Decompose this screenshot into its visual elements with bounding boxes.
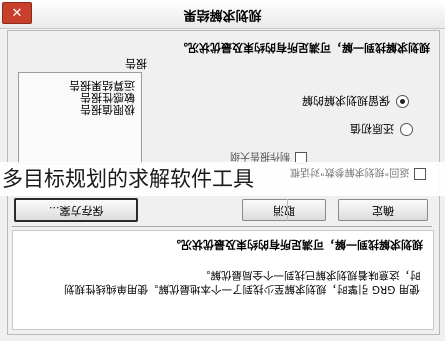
radio-restore-values[interactable] bbox=[400, 122, 413, 136]
window-title: 规划求解结果 bbox=[183, 7, 262, 22]
option-keep-solution-label: 保留规划求解的解 bbox=[302, 94, 390, 107]
close-button[interactable]: ✕ bbox=[2, 2, 32, 24]
description-title: 规划求解找到一解，可满足所有的约束及最优状况。 bbox=[170, 238, 423, 251]
cancel-button[interactable]: 取消 bbox=[242, 199, 326, 221]
back-to-params-option[interactable]: 返回"规划求解参数"对话框 bbox=[290, 166, 427, 181]
result-message: 规划求解找到一解，可满足所有的约束及最优状况。 bbox=[177, 41, 430, 54]
back-to-params-checkbox[interactable] bbox=[414, 167, 427, 180]
description-line: 时，这意味着规划求解已找到一个全局最优解。 bbox=[199, 269, 421, 281]
description-line: 使用 GRG 引擎时，规划求解至少找到了一个本地最优解。使用单纯线性规划 bbox=[64, 283, 420, 295]
option-restore-values[interactable]: 还原初值 bbox=[350, 121, 413, 137]
option-restore-values-label: 还原初值 bbox=[350, 122, 394, 135]
radio-keep-solution[interactable] bbox=[396, 94, 409, 108]
back-to-params-label: 返回"规划求解参数"对话框 bbox=[290, 166, 410, 177]
option-keep-solution[interactable]: 保留规划求解的解 bbox=[302, 93, 409, 109]
description-body: 时，这意味着规划求解已找到一个全局最优解。 使用 GRG 引擎时，规划求解至少找… bbox=[20, 268, 420, 296]
close-icon: ✕ bbox=[11, 5, 23, 21]
separator bbox=[287, 199, 288, 221]
divider bbox=[12, 226, 432, 227]
ok-button[interactable]: 确定 bbox=[338, 199, 428, 221]
caption-text: 多目标规划的求解软件工具 bbox=[2, 167, 254, 191]
report-item[interactable]: 运算结果报告 bbox=[69, 79, 135, 92]
report-item[interactable]: 极限值报告 bbox=[80, 103, 135, 116]
save-scenario-button[interactable]: 保存方案... bbox=[14, 198, 138, 222]
report-label: 报告 bbox=[125, 57, 147, 70]
report-listbox[interactable]: 运算结果报告 敏感性报告 极限值报告 bbox=[18, 72, 142, 164]
report-item[interactable]: 敏感性报告 bbox=[80, 91, 135, 104]
